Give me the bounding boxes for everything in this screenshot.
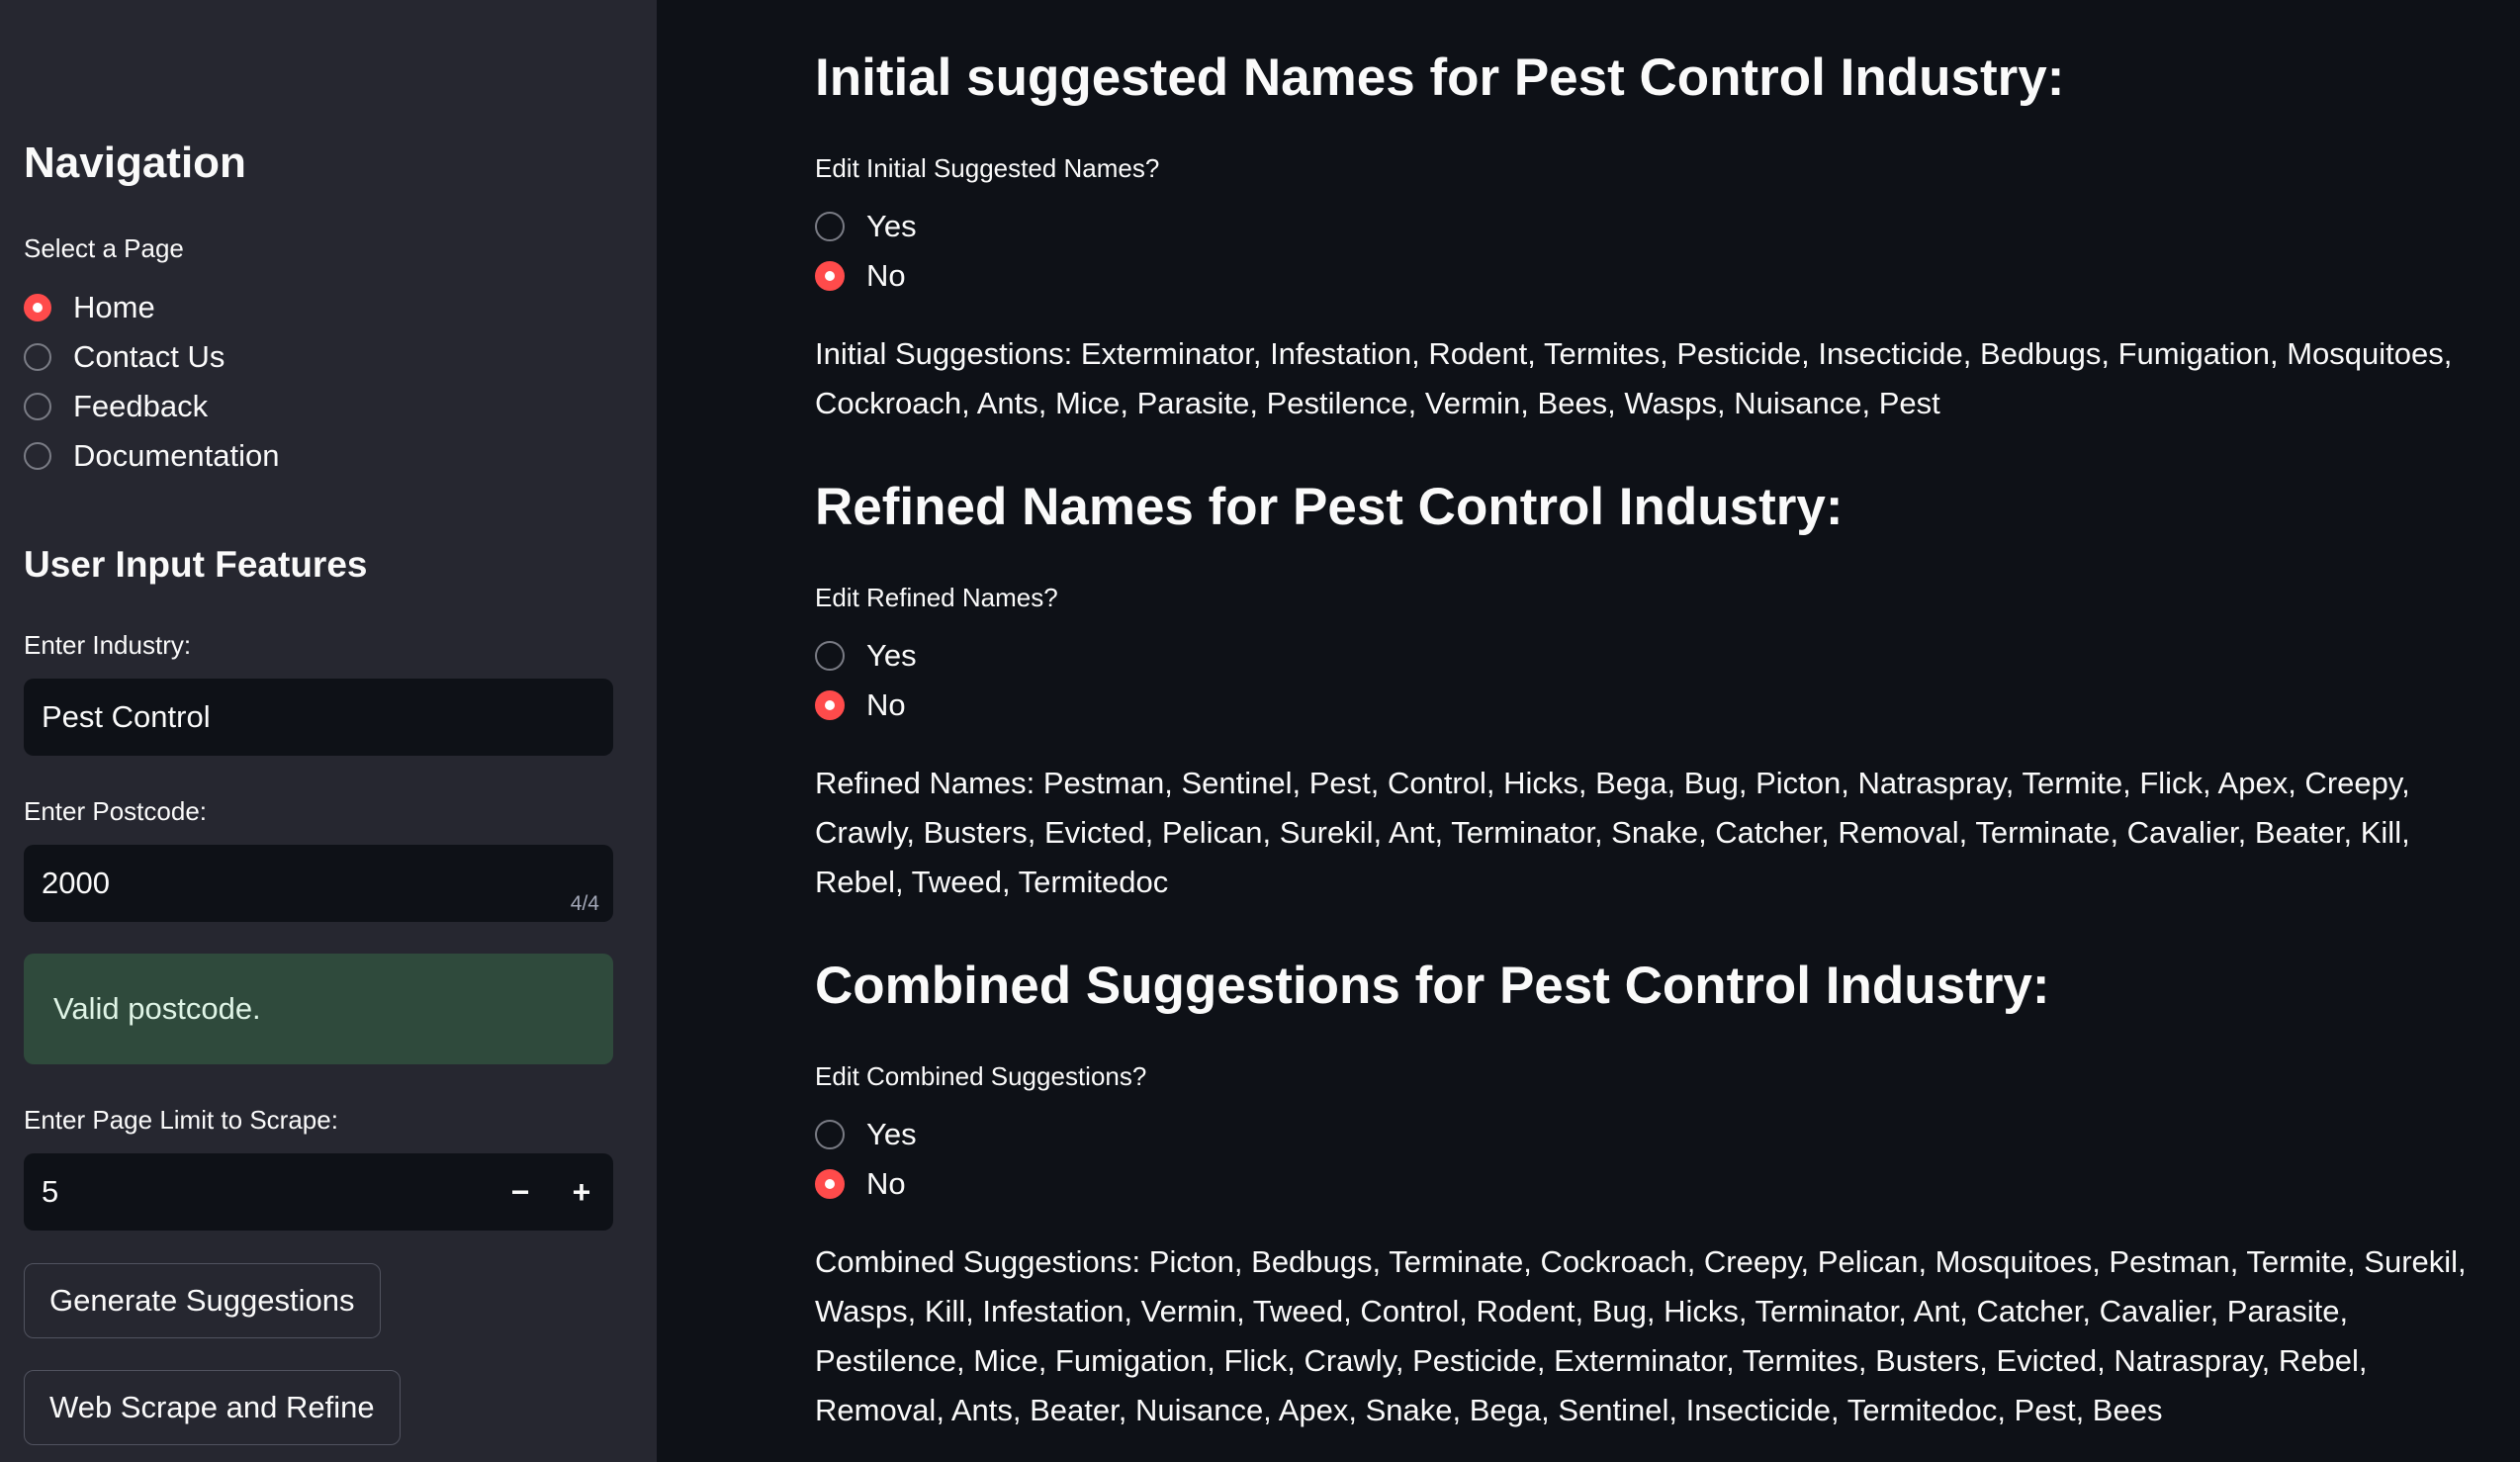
radio-option-label: Yes [866, 209, 917, 243]
radio-unselected-icon [815, 641, 845, 671]
radio-selected-icon [24, 294, 51, 321]
navigation-title: Navigation [24, 138, 246, 187]
edit-combined-radio-no[interactable]: No [815, 1164, 906, 1204]
edit-combined-radio-yes[interactable]: Yes [815, 1115, 917, 1154]
radio-option-label: No [866, 1166, 906, 1201]
industry-input[interactable]: Pest Control [24, 679, 613, 756]
user-input-features-title: User Input Features [24, 544, 368, 585]
radio-unselected-icon [24, 393, 51, 420]
edit-combined-label: Edit Combined Suggestions? [815, 1061, 1147, 1091]
nav-radio-documentation[interactable]: Documentation [24, 436, 280, 476]
app-window: Navigation Select a Page Home Contact Us… [0, 0, 2520, 1462]
edit-initial-radio-yes[interactable]: Yes [815, 207, 917, 246]
nav-radio-home[interactable]: Home [24, 288, 155, 327]
nav-radio-contact-us[interactable]: Contact Us [24, 337, 225, 377]
radio-selected-icon [815, 1169, 845, 1199]
page-limit-label: Enter Page Limit to Scrape: [24, 1105, 338, 1135]
radio-selected-icon [815, 690, 845, 720]
combined-suggestions-text: Combined Suggestions: Picton, Bedbugs, T… [815, 1244, 2467, 1427]
sidebar: Navigation Select a Page Home Contact Us… [0, 0, 657, 1462]
radio-option-label: No [866, 258, 906, 293]
nav-radio-label: Home [73, 290, 155, 324]
radio-unselected-icon [24, 442, 51, 470]
postcode-status-text: Valid postcode. [53, 991, 261, 1026]
radio-unselected-icon [815, 212, 845, 241]
select-page-label: Select a Page [24, 233, 184, 263]
radio-option-label: No [866, 687, 906, 722]
initial-suggestions-text: Initial Suggestions: Exterminator, Infes… [815, 336, 2453, 420]
nav-radio-feedback[interactable]: Feedback [24, 387, 208, 426]
page-limit-number-input[interactable]: 5 − + [24, 1153, 613, 1231]
radio-option-label: Yes [866, 1117, 917, 1151]
increment-button[interactable]: + [552, 1153, 611, 1231]
web-scrape-refine-button[interactable]: Web Scrape and Refine [24, 1370, 401, 1445]
combined-suggestions-heading: Combined Suggestions for Pest Control In… [815, 957, 2050, 1015]
postcode-label: Enter Postcode: [24, 796, 207, 826]
radio-unselected-icon [815, 1120, 845, 1149]
radio-unselected-icon [24, 343, 51, 371]
edit-refined-radio-no[interactable]: No [815, 685, 906, 725]
main-content: Initial suggested Names for Pest Control… [657, 0, 2520, 1462]
industry-input-value: Pest Control [42, 699, 211, 734]
radio-option-label: Yes [866, 638, 917, 673]
postcode-input[interactable]: 2000 4/4 [24, 845, 613, 922]
refined-names-text: Refined Names: Pestman, Sentinel, Pest, … [815, 766, 2410, 899]
edit-initial-label: Edit Initial Suggested Names? [815, 153, 1160, 183]
refined-names-heading: Refined Names for Pest Control Industry: [815, 478, 1844, 536]
edit-refined-label: Edit Refined Names? [815, 583, 1058, 612]
nav-radio-label: Contact Us [73, 339, 225, 374]
postcode-success-alert: Valid postcode. [24, 954, 613, 1064]
decrement-button[interactable]: − [491, 1153, 550, 1231]
nav-radio-label: Feedback [73, 389, 209, 423]
page-limit-value: 5 [42, 1174, 59, 1209]
postcode-input-value: 2000 [42, 866, 110, 900]
generate-suggestions-button[interactable]: Generate Suggestions [24, 1263, 381, 1338]
nav-radio-label: Documentation [73, 438, 280, 473]
industry-label: Enter Industry: [24, 630, 192, 660]
edit-refined-radio-yes[interactable]: Yes [815, 636, 917, 676]
postcode-char-counter: 4/4 [570, 892, 599, 915]
edit-initial-radio-no[interactable]: No [815, 256, 906, 296]
initial-names-heading: Initial suggested Names for Pest Control… [815, 48, 2065, 107]
radio-selected-icon [815, 261, 845, 291]
